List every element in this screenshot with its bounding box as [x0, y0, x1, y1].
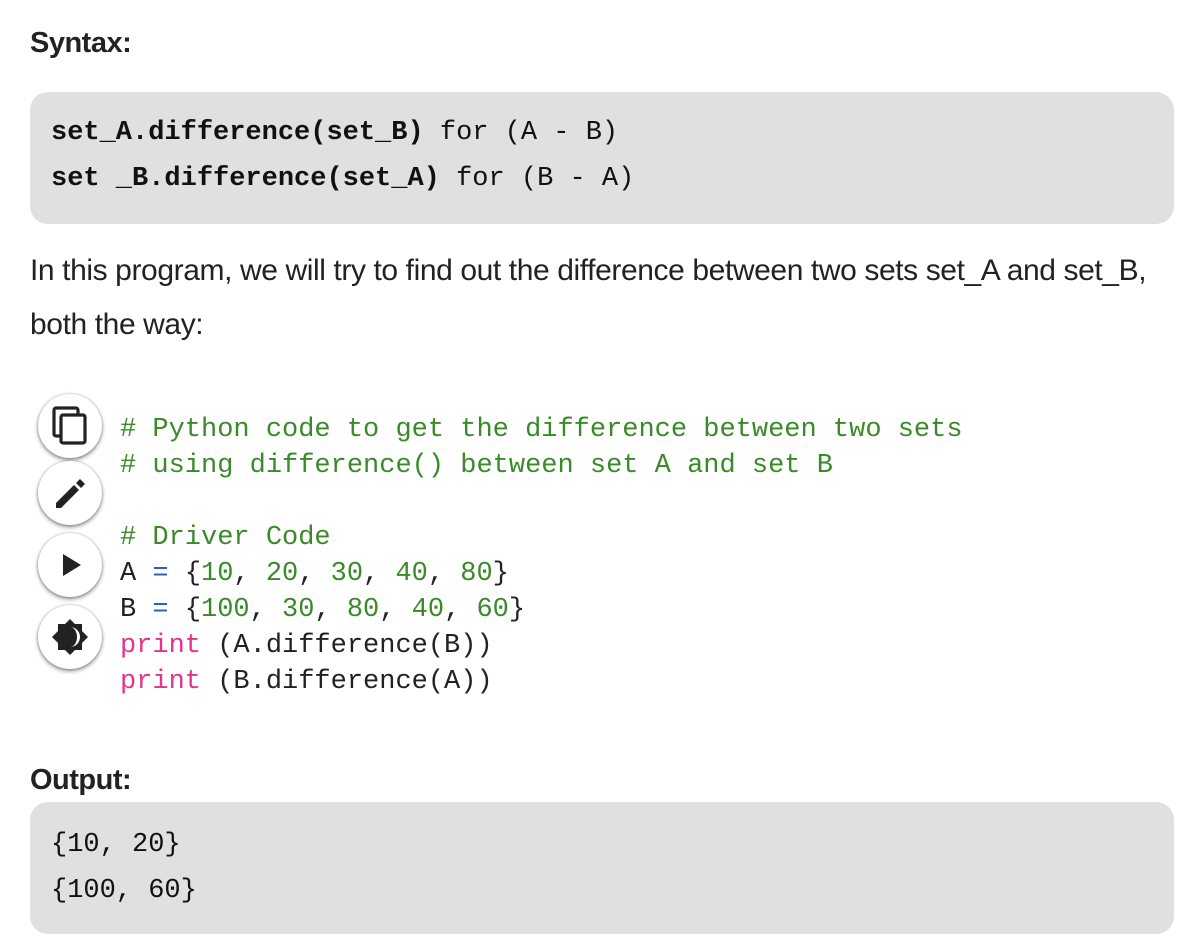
assign-op-b: = — [152, 595, 169, 625]
theme-button[interactable] — [38, 605, 102, 669]
run-button[interactable] — [38, 533, 102, 597]
syntax-suffix-1: for (A - B) — [423, 118, 619, 148]
num: 20 — [265, 559, 299, 589]
num: 80 — [346, 595, 380, 625]
num: 40 — [411, 595, 445, 625]
syntax-suffix-2: for (B - A) — [439, 164, 635, 194]
code-line-b: B = {100, 30, 80, 40, 60} — [120, 595, 526, 625]
syntax-code-2: set _B.difference(set_A) — [51, 164, 440, 194]
code-line-a: A = {10, 20, 30, 40, 80} — [120, 559, 509, 589]
syntax-line-1: set_A.difference(set_B) for (A - B) — [51, 118, 618, 148]
num: 10 — [201, 559, 234, 589]
play-icon — [63, 554, 81, 576]
pencil-icon — [56, 479, 85, 508]
output-line-1: {10, 20} — [51, 830, 181, 860]
output-line-2: {100, 60} — [51, 876, 197, 906]
code-block: # Python code to get the difference betw… — [120, 412, 963, 700]
brace-close-b: } — [508, 595, 526, 625]
brightness-icon — [52, 619, 88, 655]
num: 30 — [330, 559, 364, 589]
print-args: (A.difference(B)) — [201, 631, 493, 661]
code-print-2: print (B.difference(A)) — [120, 664, 963, 700]
code-comment-2: # using difference() between set A and s… — [120, 451, 833, 481]
edit-button[interactable] — [38, 461, 102, 525]
print-keyword: print — [120, 631, 202, 661]
code-comment-3: # Driver Code — [120, 523, 331, 553]
code-comment-1: # Python code to get the difference betw… — [120, 415, 963, 445]
brace-open-b: { — [184, 595, 202, 625]
syntax-code-1: set_A.difference(set_B) — [51, 118, 424, 148]
num: 80 — [460, 559, 493, 589]
syntax-line-2: set _B.difference(set_A) for (B - A) — [51, 164, 634, 194]
output-box: {10, 20} {100, 60} — [30, 802, 1174, 934]
var-b: B — [120, 595, 137, 625]
num: 60 — [476, 595, 509, 625]
assign-op-a: = — [152, 559, 169, 589]
print-args: (B.difference(A)) — [201, 667, 493, 697]
syntax-heading: Syntax: — [30, 27, 132, 59]
brace-open-a: { — [184, 559, 202, 589]
copy-icon — [52, 406, 87, 445]
description-paragraph: In this program, we will try to find out… — [30, 254, 1147, 341]
num: 30 — [282, 595, 315, 625]
output-heading: Output: — [30, 764, 132, 796]
syntax-code-box: set_A.difference(set_B) for (A - B) set … — [30, 92, 1174, 224]
code-print-1: print (A.difference(B)) — [120, 628, 963, 664]
var-a: A — [120, 559, 137, 589]
print-keyword: print — [120, 667, 202, 697]
copy-button[interactable] — [38, 394, 102, 458]
brace-close-a: } — [492, 559, 509, 589]
num: 40 — [395, 559, 428, 589]
num: 100 — [201, 595, 250, 625]
